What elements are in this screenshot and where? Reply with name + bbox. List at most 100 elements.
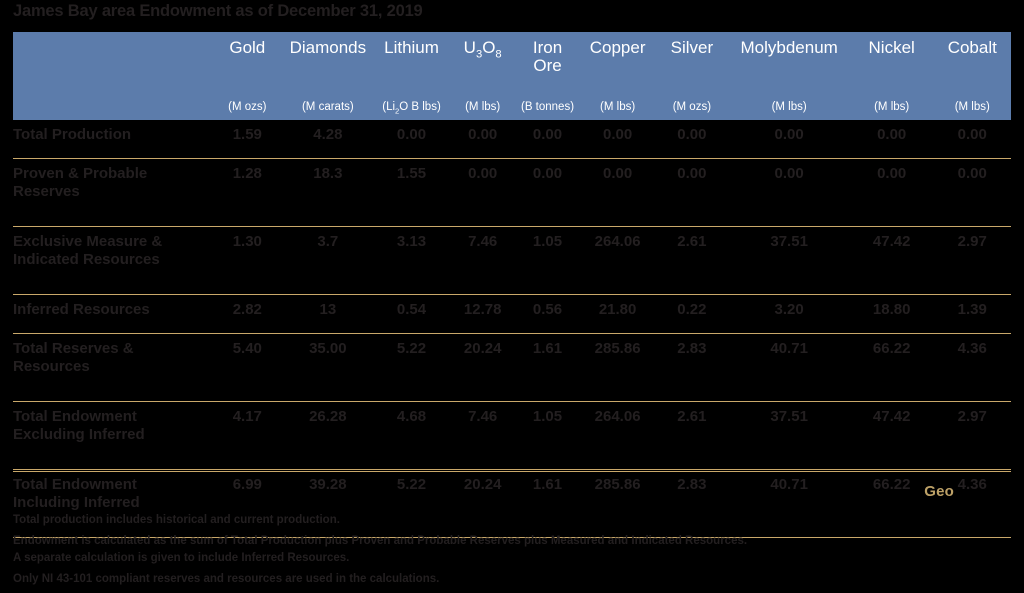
cell-value: 37.51: [728, 226, 850, 295]
cell-value: 4.36: [933, 333, 1011, 402]
cell-value: 5.40: [211, 333, 283, 402]
cell-value: 0.00: [849, 120, 934, 159]
cell-value: 0.00: [450, 120, 516, 159]
table-row: Total Reserves & Resources 5.40 35.00 5.22 2…: [13, 333, 1011, 402]
geo-wordmark: Geo: [924, 483, 954, 500]
cell-value: 2.61: [655, 226, 729, 295]
header-cell-copper: Copper: [579, 32, 656, 89]
unit-cell-uranium-oxide: (M lbs): [450, 89, 516, 120]
cell-value: 0.00: [515, 158, 580, 227]
cell-value: 285.86: [579, 333, 656, 402]
cell-value: 1.05: [515, 401, 580, 470]
cell-value: 264.06: [579, 401, 656, 470]
cell-value: 2.82: [211, 294, 283, 334]
cell-value: 47.42: [849, 226, 934, 295]
cell-value: 7.46: [450, 401, 516, 470]
header-cell-lithium: Lithium: [372, 32, 451, 89]
cell-value: 20.24: [450, 333, 516, 402]
unit-cell-copper: (M lbs): [579, 89, 656, 120]
endowment-table-page: James Bay area Endowment as of December …: [0, 0, 1024, 593]
cell-value: 0.56: [515, 294, 580, 334]
table-row: Exclusive Measure & Indicated Resources 1…: [13, 226, 1011, 295]
cell-value: 1.28: [211, 158, 283, 227]
cell-value: 37.51: [728, 401, 850, 470]
cell-value: 47.42: [849, 401, 934, 470]
cell-value: 2.97: [933, 226, 1011, 295]
unit-cell-lithium: (Li2O B lbs): [372, 89, 451, 120]
cell-value: 40.71: [728, 333, 850, 402]
unit-cell-molybdenum: (M lbs): [728, 89, 850, 120]
cell-value: 66.22: [849, 333, 934, 402]
footnote: Only NI 43-101 compliant reserves and re…: [13, 572, 440, 585]
cell-value: 7.46: [450, 226, 516, 295]
cell-value: 1.39: [933, 294, 1011, 334]
header-cell-diamonds: Diamonds: [282, 32, 373, 89]
table-row: Total Endowment Excluding Inferred 4.17 26…: [13, 401, 1011, 470]
header-row-commodities: Gold Diamonds Lithium U3O8 Iron Ore Coppe…: [13, 32, 1011, 89]
table-row: Total Production 1.59 4.28 0.00 0.00 0.00 0.00…: [13, 120, 1011, 159]
cell-value: 0.00: [655, 158, 729, 227]
row-label: Total Endowment Excluding Inferred: [13, 401, 212, 470]
row-label: Inferred Resources: [13, 294, 212, 334]
header-cell-uranium-oxide: U3O8: [450, 32, 516, 89]
cell-value: 21.80: [579, 294, 656, 334]
table-header: Gold Diamonds Lithium U3O8 Iron Ore Coppe…: [13, 32, 1011, 120]
cell-value: 0.00: [579, 158, 656, 227]
cell-value: 0.00: [933, 158, 1011, 227]
row-label: Exclusive Measure & Indicated Resources: [13, 226, 212, 295]
endowment-table-container: Gold Diamonds Lithium U3O8 Iron Ore Coppe…: [13, 32, 1011, 538]
unit-cell-nickel: (M lbs): [849, 89, 934, 120]
cell-value: 1.59: [211, 120, 283, 159]
cell-value: 0.00: [933, 120, 1011, 159]
cell-value: 1.55: [372, 158, 451, 227]
cell-value: 1.61: [515, 333, 580, 402]
table-row: Inferred Resources 2.82 13 0.54 12.78 0.56 21.…: [13, 294, 1011, 334]
cell-value: 0.00: [655, 120, 729, 159]
header-cell-iron-ore: Iron Ore: [515, 32, 580, 89]
footnote: Total production includes historical and…: [13, 514, 340, 526]
unit-cell-cobalt: (M lbs): [933, 89, 1011, 120]
table-row: Proven & Probable Reserves 1.28 18.3 1.55 0.…: [13, 158, 1011, 227]
endowment-table: Gold Diamonds Lithium U3O8 Iron Ore Coppe…: [13, 32, 1011, 538]
header-cell-gold: Gold: [211, 32, 283, 89]
cell-value: 5.22: [372, 333, 451, 402]
cell-value: 13: [282, 294, 373, 334]
cell-value: 3.20: [728, 294, 850, 334]
footnotes: Total production includes historical and…: [13, 512, 1013, 587]
cell-value: 264.06: [579, 226, 656, 295]
header-cell-cobalt: Cobalt: [933, 32, 1011, 89]
unit-cell-iron-ore: (B tonnes): [515, 89, 580, 120]
cell-value: 2.97: [933, 401, 1011, 470]
cell-value: 0.54: [372, 294, 451, 334]
cell-value: 0.22: [655, 294, 729, 334]
cell-value: 4.68: [372, 401, 451, 470]
cell-value: 1.30: [211, 226, 283, 295]
header-cell-silver: Silver: [655, 32, 729, 89]
row-label: Proven & Probable Reserves: [13, 158, 212, 227]
cell-value: 18.80: [849, 294, 934, 334]
cell-value: 4.28: [282, 120, 373, 159]
cell-value: 35.00: [282, 333, 373, 402]
cell-value: 12.78: [450, 294, 516, 334]
page-title: James Bay area Endowment as of December …: [13, 2, 423, 20]
cell-value: 2.83: [655, 333, 729, 402]
header-cell-label: [13, 32, 212, 89]
header-row-units: (M ozs) (M carats) (Li2O B lbs) (M lbs) …: [13, 89, 1011, 120]
footer-rule-and-mark: Geo: [13, 471, 1011, 508]
cell-value: 3.13: [372, 226, 451, 295]
cell-value: 0.00: [579, 120, 656, 159]
cell-value: 2.61: [655, 401, 729, 470]
cell-value: 3.7: [282, 226, 373, 295]
cell-value: 18.3: [282, 158, 373, 227]
unit-cell-diamonds: (M carats): [282, 89, 373, 120]
row-label: Total Production: [13, 120, 212, 159]
cell-value: 4.17: [211, 401, 283, 470]
cell-value: 1.05: [515, 226, 580, 295]
cell-value: 0.00: [515, 120, 580, 159]
header-cell-molybdenum: Molybdenum: [728, 32, 850, 89]
cell-value: 0.00: [728, 120, 850, 159]
cell-value: 26.28: [282, 401, 373, 470]
footnote: Endowment is calculated as the sum of To…: [13, 535, 748, 564]
cell-value: 0.00: [450, 158, 516, 227]
unit-cell-gold: (M ozs): [211, 89, 283, 120]
